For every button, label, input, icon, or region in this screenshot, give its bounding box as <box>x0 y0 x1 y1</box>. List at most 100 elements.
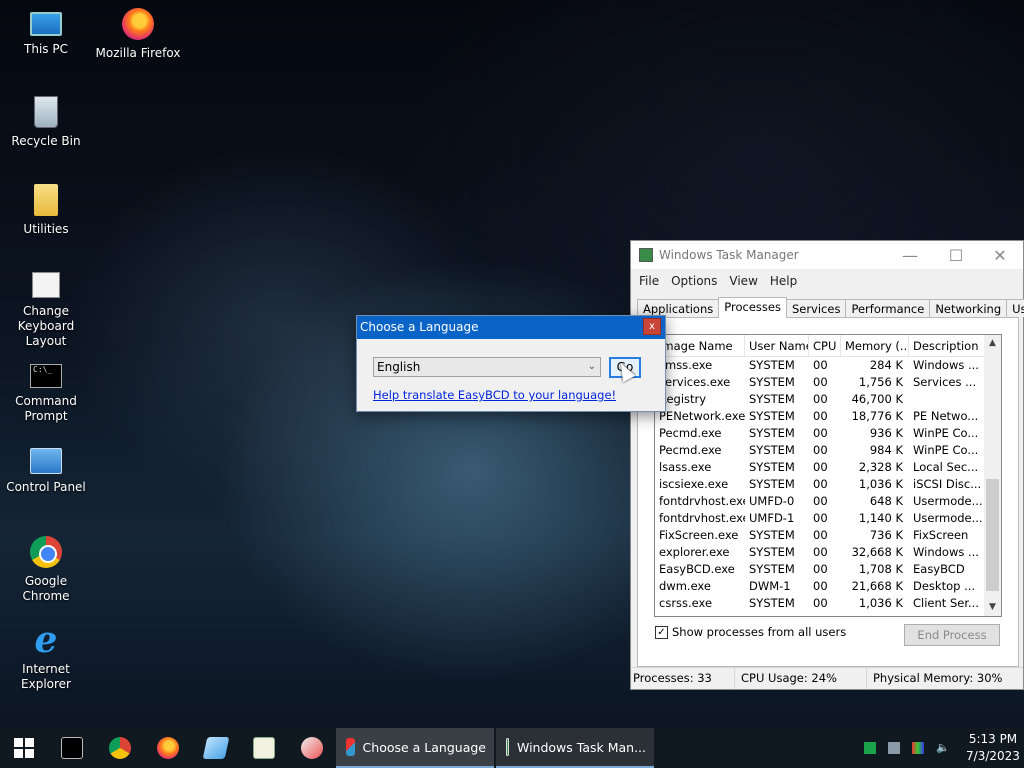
taskbar-command-prompt[interactable] <box>48 728 96 768</box>
close-button[interactable]: ✕ <box>977 241 1023 269</box>
cell-cpu: 00 <box>813 409 828 423</box>
scroll-up-arrow-icon[interactable]: ▲ <box>984 335 1001 352</box>
computer-icon <box>30 12 62 36</box>
firefox-icon <box>157 737 179 759</box>
cell-cpu: 00 <box>813 579 828 593</box>
taskbar: Choose a Language Windows Task Man... 🔈 … <box>0 728 1024 768</box>
table-row[interactable]: fontdrvhost.exe UMFD-0 00 648 K Usermode... <box>655 493 1001 510</box>
table-row[interactable]: Registry SYSTEM 00 46,700 K <box>655 391 1001 408</box>
cell-memory: 284 K <box>869 358 903 372</box>
column-description[interactable]: Description <box>909 335 987 357</box>
table-row[interactable]: PENetwork.exe SYSTEM 00 18,776 K PE Netwo... <box>655 408 1001 425</box>
desktop-icon-label: Control Panel <box>6 480 86 494</box>
end-process-button[interactable]: End Process <box>904 624 1000 646</box>
table-row[interactable]: EasyBCD.exe SYSTEM 00 1,708 K EasyBCD <box>655 561 1001 578</box>
process-list-header: Image Name User Name CPU Memory (... Des… <box>655 335 1001 357</box>
column-memory[interactable]: Memory (... <box>841 335 909 357</box>
cell-user-name: SYSTEM <box>749 426 795 440</box>
cell-user-name: UMFD-1 <box>749 511 795 525</box>
taskbar-app-chart[interactable] <box>240 728 288 768</box>
tray-app-icon[interactable] <box>864 742 876 754</box>
desktop-icon-label: Command Prompt <box>15 394 77 423</box>
clock[interactable]: 5:13 PM 7/3/2023 <box>962 731 1024 765</box>
taskbar-button-task-manager[interactable]: Windows Task Man... <box>496 728 654 768</box>
cell-memory: 1,036 K <box>858 596 903 610</box>
cell-memory: 936 K <box>869 426 903 440</box>
dialog-titlebar[interactable]: Choose a Language <box>357 316 665 339</box>
cell-description: Desktop ... <box>913 579 976 593</box>
cell-memory: 984 K <box>869 443 903 457</box>
language-select[interactable]: English ⌄ <box>373 357 601 377</box>
taskbar-button-choose-language[interactable]: Choose a Language <box>336 728 494 768</box>
desktop-icon-recycle-bin[interactable]: Recycle Bin <box>0 96 92 149</box>
desktop-icon-chrome[interactable]: Google Chrome <box>0 536 92 604</box>
start-button[interactable] <box>0 728 48 768</box>
display-icon[interactable] <box>912 742 924 754</box>
tab-networking[interactable]: Networking <box>929 299 1008 317</box>
cell-cpu: 00 <box>813 596 828 610</box>
desktop-icon-command-prompt[interactable]: C:\_ Command Prompt <box>0 360 92 424</box>
table-row[interactable]: Pecmd.exe SYSTEM 00 936 K WinPE Co... <box>655 425 1001 442</box>
table-row[interactable]: FixScreen.exe SYSTEM 00 736 K FixScreen <box>655 527 1001 544</box>
firefox-icon <box>122 8 154 40</box>
table-row[interactable]: explorer.exe SYSTEM 00 32,668 K Windows ... <box>655 544 1001 561</box>
taskbar-chrome[interactable] <box>96 728 144 768</box>
tab-strip: Applications Processes Services Performa… <box>637 297 1024 318</box>
taskbar-app-tools[interactable] <box>288 728 336 768</box>
menu-bar: File Options View Help <box>631 269 1023 293</box>
column-user-name[interactable]: User Name <box>745 335 809 357</box>
help-translate-link[interactable]: Help translate EasyBCD to your language! <box>373 388 616 402</box>
desktop-icon-keyboard-layout[interactable]: Change Keyboard Layout <box>0 272 92 349</box>
menu-options[interactable]: Options <box>665 274 723 288</box>
desktop-icon-this-pc[interactable]: This PC <box>0 8 92 57</box>
table-row[interactable]: fontdrvhost.exe UMFD-1 00 1,140 K Usermode..… <box>655 510 1001 527</box>
clock-time: 5:13 PM <box>968 732 1018 746</box>
tab-users[interactable]: Users <box>1006 299 1024 317</box>
desktop-icon-label: Recycle Bin <box>11 134 81 148</box>
desktop-icon-firefox[interactable]: Mozilla Firefox <box>92 8 184 61</box>
desktop-icon-control-panel[interactable]: Control Panel <box>0 448 92 495</box>
show-all-users-checkbox[interactable]: ✓ <box>655 625 668 639</box>
cell-memory: 1,756 K <box>858 375 903 389</box>
table-row[interactable]: services.exe SYSTEM 00 1,756 K Services ... <box>655 374 1001 391</box>
clock-date: 7/3/2023 <box>966 749 1020 763</box>
table-row[interactable]: lsass.exe SYSTEM 00 2,328 K Local Sec... <box>655 459 1001 476</box>
cell-image-name: services.exe <box>659 375 731 389</box>
table-row[interactable]: smss.exe SYSTEM 00 284 K Windows ... <box>655 357 1001 374</box>
process-list[interactable]: Image Name User Name CPU Memory (... Des… <box>654 334 1002 617</box>
volume-muted-icon[interactable]: 🔈 <box>936 742 952 754</box>
cell-description: Usermode... <box>913 494 983 508</box>
cell-image-name: explorer.exe <box>659 545 730 559</box>
close-icon: x <box>649 321 655 332</box>
desktop-icon-utilities[interactable]: Utilities <box>0 184 92 237</box>
taskbar-firefox[interactable] <box>144 728 192 768</box>
tab-services[interactable]: Services <box>785 299 847 317</box>
taskbar-app-blue[interactable] <box>192 728 240 768</box>
taskbar-button-label: Choose a Language <box>362 739 486 755</box>
desktop-icon-internet-explorer[interactable]: e Internet Explorer <box>0 619 92 692</box>
minimize-button[interactable]: — <box>887 241 933 269</box>
scroll-down-arrow-icon[interactable]: ▼ <box>984 599 1001 616</box>
table-row[interactable]: dwm.exe DWM-1 00 21,668 K Desktop ... <box>655 578 1001 595</box>
internet-explorer-icon: e <box>34 619 58 661</box>
dialog-close-button[interactable]: x <box>643 318 661 335</box>
tab-processes[interactable]: Processes <box>718 297 787 318</box>
tab-performance[interactable]: Performance <box>845 299 931 317</box>
table-row[interactable]: Pecmd.exe SYSTEM 00 984 K WinPE Co... <box>655 442 1001 459</box>
process-list-scrollbar[interactable]: ▲ ▼ <box>984 335 1001 616</box>
table-row[interactable]: csrss.exe SYSTEM 00 1,036 K Client Ser... <box>655 595 1001 612</box>
show-all-users-label: Show processes from all users <box>672 625 847 639</box>
show-all-users-option[interactable]: ✓ Show processes from all users <box>655 625 846 639</box>
maximize-button[interactable]: ☐ <box>933 241 979 269</box>
cell-user-name: SYSTEM <box>749 596 795 610</box>
scroll-thumb[interactable] <box>986 479 999 591</box>
column-cpu[interactable]: CPU <box>809 335 841 357</box>
cell-image-name: PENetwork.exe <box>659 409 745 423</box>
menu-file[interactable]: File <box>633 274 665 288</box>
cell-memory: 21,668 K <box>851 579 903 593</box>
network-icon[interactable] <box>888 742 900 754</box>
menu-help[interactable]: Help <box>764 274 803 288</box>
column-image-name[interactable]: Image Name <box>655 335 745 357</box>
table-row[interactable]: iscsiexe.exe SYSTEM 00 1,036 K iSCSI Disc... <box>655 476 1001 493</box>
menu-view[interactable]: View <box>723 274 763 288</box>
